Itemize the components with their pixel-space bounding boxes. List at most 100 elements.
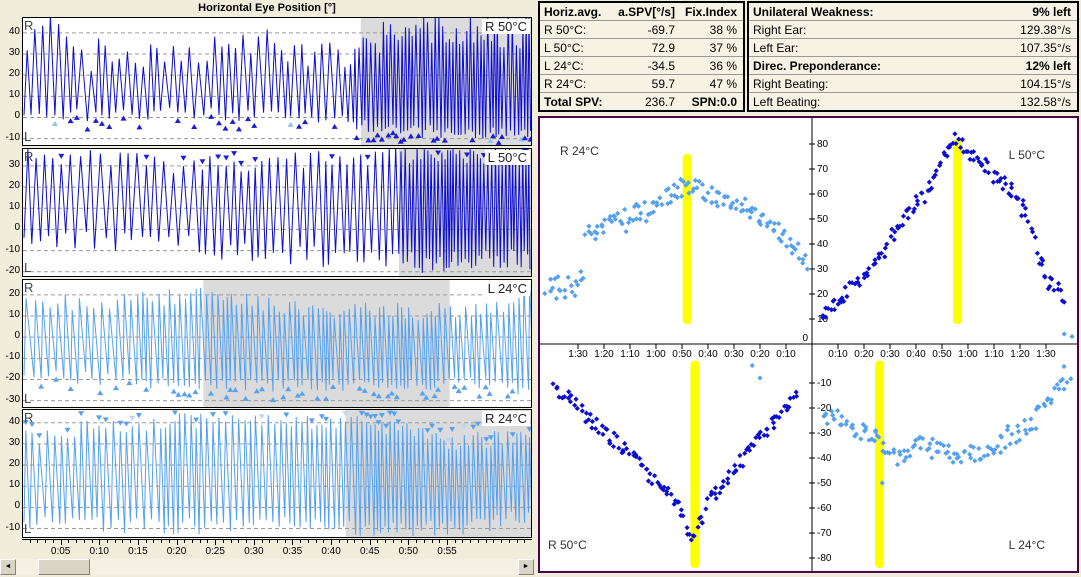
spv-point: [779, 409, 784, 414]
minor-time-tick: [501, 540, 502, 543]
spv-point: [906, 216, 911, 221]
minor-time-tick: [246, 540, 247, 543]
spv-point: [835, 408, 840, 413]
spv-point: [1055, 382, 1060, 387]
spv-point: [1033, 235, 1038, 240]
beat-marker-down-triangle: [283, 412, 289, 417]
spv-cursor-spv-l24[interactable]: [875, 361, 884, 569]
eye-trace-chart-r24[interactable]: [22, 409, 532, 538]
condition-label-trace-r24: R 24°C: [482, 411, 530, 426]
minor-time-tick: [308, 540, 309, 543]
y-tick-label: 30: [0, 160, 20, 170]
beat-marker-down-triangle: [238, 161, 244, 166]
scrollbar-thumb[interactable]: [38, 559, 90, 575]
minor-time-tick: [200, 540, 201, 543]
quadrant-label-r24: R 24°C: [560, 144, 599, 158]
minor-time-tick: [377, 540, 378, 543]
minor-time-tick: [517, 540, 518, 543]
beat-marker-up-triangle: [175, 392, 181, 397]
spv-x-tick-label: 1:00: [646, 349, 666, 360]
spv-x-tick-label: 0:10: [776, 349, 796, 360]
spv-x-tick-label: 1:10: [984, 349, 1004, 360]
spv-point: [578, 269, 583, 274]
beat-marker-up-triangle: [354, 135, 360, 140]
spv-point: [784, 244, 789, 249]
spv-stats-table: Horiz.avg. a.SPV[°/s] Fix.Index R 50°C: …: [538, 1, 745, 112]
spv-point: [1002, 175, 1007, 180]
spv-cursor-spv-r24[interactable]: [683, 154, 692, 324]
spv-point: [922, 200, 927, 205]
total-spv-value: 236.7: [611, 95, 681, 109]
spv-point: [1008, 441, 1013, 446]
quadrant-label-l50: L 50°C: [1009, 148, 1045, 162]
spv-point: [550, 381, 555, 386]
beat-marker-up-triangle: [52, 121, 58, 126]
beat-marker-up-triangle: [461, 385, 467, 390]
time-tick-label: 0:10: [90, 546, 109, 557]
horizontal-scrollbar[interactable]: ◄ ►: [0, 559, 534, 575]
spv-point: [1068, 376, 1073, 381]
y-tick-label: -10: [0, 133, 20, 143]
y-tick-label: 0: [0, 501, 20, 511]
beat-marker-up-triangle: [236, 126, 242, 131]
eye-trace-chart-r50[interactable]: [22, 17, 532, 146]
scroll-left-button[interactable]: ◄: [0, 559, 16, 575]
y-tick-label: 40: [0, 27, 20, 37]
stats-fix-value: 38 %: [681, 23, 743, 37]
y-tick-label: 10: [0, 310, 20, 320]
spv-point: [1028, 416, 1033, 421]
minor-time-tick: [53, 540, 54, 543]
beat-marker-up-triangle: [182, 391, 188, 396]
minor-time-tick: [231, 540, 232, 543]
beat-marker-down-triangle: [365, 155, 371, 160]
stats-total-row: Total SPV: 236.7 SPN:0.0: [540, 93, 743, 110]
spv-point: [600, 432, 605, 437]
spv-point: [734, 198, 739, 203]
eye-trace-chart-l50[interactable]: [22, 148, 532, 277]
beat-marker-down-triangle: [319, 414, 325, 419]
time-tick-label: 0:15: [128, 546, 147, 557]
spv-point: [548, 277, 553, 282]
y-tick-label: 20: [0, 459, 20, 469]
spv-point: [1061, 364, 1066, 369]
spv-point: [601, 230, 606, 235]
scroll-right-button[interactable]: ►: [518, 559, 534, 575]
eye-position-panel: Horizontal Eye Position [°] 403020100-10…: [0, 0, 534, 577]
spv-stray-point: [1062, 331, 1067, 336]
summary-value: 107.35°/s: [1020, 41, 1077, 55]
spv-cursor-spv-l50[interactable]: [953, 139, 962, 324]
spv-point: [968, 455, 973, 460]
summary-value: 129.38°/s: [1020, 23, 1077, 37]
spv-point: [1056, 386, 1061, 391]
spv-point: [918, 446, 923, 451]
stats-row-r50: R 50°C: -69.7 38 %: [540, 21, 743, 39]
eye-trace-chart-l24[interactable]: [22, 279, 532, 408]
spv-x-tick-label: 0:30: [880, 349, 900, 360]
spv-x-tick-label: 0:50: [672, 349, 692, 360]
spv-point: [794, 390, 799, 395]
beat-marker-down-triangle: [180, 156, 186, 161]
stats-value: -34.5: [611, 59, 681, 73]
spv-point: [679, 507, 684, 512]
corner-letter-left: L: [24, 130, 31, 143]
major-time-tick: [177, 540, 178, 545]
total-spv-label: Total SPV:: [540, 95, 611, 109]
y-tick-label: -10: [0, 245, 20, 255]
spv-point: [1009, 432, 1014, 437]
spv-point: [950, 460, 955, 465]
beat-marker-up-triangle: [216, 120, 222, 125]
y-tick-label: -30: [0, 395, 20, 405]
spv-point: [669, 492, 674, 497]
spv-point: [623, 229, 628, 234]
spv-point: [572, 293, 577, 298]
minor-time-tick: [192, 540, 193, 543]
minor-time-tick: [493, 540, 494, 543]
eye-trace-svg-trace-l50: [23, 149, 531, 276]
minor-time-tick: [107, 540, 108, 543]
spv-point: [593, 236, 598, 241]
spv-point: [1003, 181, 1008, 186]
minor-time-tick: [146, 540, 147, 543]
corner-letter-left: L: [24, 522, 31, 535]
spv-butterfly-panel[interactable]: R 24°C L 50°C R 50°C L 24°C 0:100:100:20…: [538, 116, 1079, 573]
minor-time-tick: [316, 540, 317, 543]
